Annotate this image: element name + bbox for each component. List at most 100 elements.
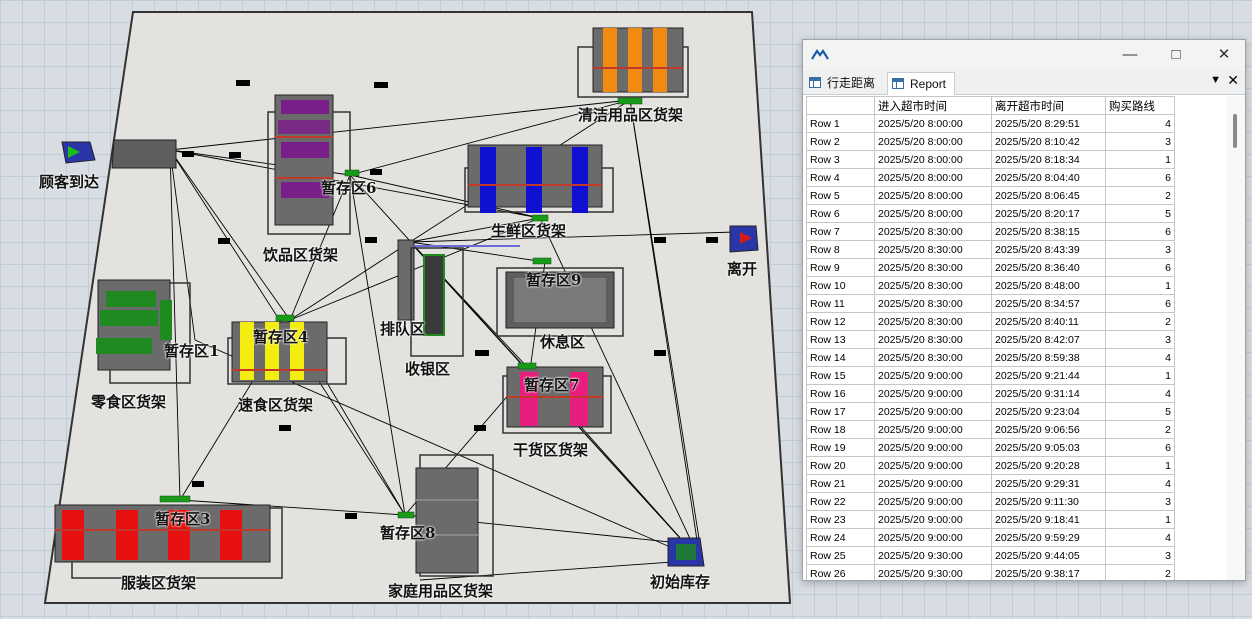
table-row[interactable]: Row 24 2025/5/20 9:00:00 2025/5/20 9:59:29…: [806, 528, 1175, 547]
table-row[interactable]: Row 11 2025/5/20 8:30:00 2025/5/20 8:34:57…: [806, 294, 1175, 313]
table-cell[interactable]: 2025/5/20 9:30:00: [874, 564, 992, 580]
table-cell[interactable]: 2: [1105, 564, 1175, 580]
row-header-cell[interactable]: Row 16: [806, 384, 875, 403]
row-header-cell[interactable]: Row 4: [806, 168, 875, 187]
table-cell[interactable]: 1: [1105, 150, 1175, 169]
table-cell[interactable]: 2025/5/20 9:59:29: [991, 528, 1106, 547]
row-header-cell[interactable]: Row 18: [806, 420, 875, 439]
table-cell[interactable]: 2025/5/20 9:00:00: [874, 384, 992, 403]
table-cell[interactable]: 2025/5/20 8:30:00: [874, 276, 992, 295]
row-header-cell[interactable]: Row 8: [806, 240, 875, 259]
exit-sink[interactable]: [729, 225, 759, 253]
table-cell[interactable]: 2025/5/20 8:59:38: [991, 348, 1106, 367]
table-cell[interactable]: 3: [1105, 546, 1175, 565]
table-row[interactable]: Row 23 2025/5/20 9:00:00 2025/5/20 9:18:41…: [806, 510, 1175, 529]
row-header-cell[interactable]: Row 24: [806, 528, 875, 547]
table-cell[interactable]: 6: [1105, 258, 1175, 277]
table-cell[interactable]: 2025/5/20 9:05:03: [991, 438, 1106, 457]
column-header-enter-time[interactable]: 进入超市时间: [874, 96, 992, 115]
customer-arrival-source[interactable]: [61, 141, 96, 164]
table-cell[interactable]: 2025/5/20 9:29:31: [991, 474, 1106, 493]
table-cell[interactable]: 2025/5/20 8:30:00: [874, 222, 992, 241]
table-cell[interactable]: 2025/5/20 8:36:40: [991, 258, 1106, 277]
row-header-cell[interactable]: Row 17: [806, 402, 875, 421]
row-header-cell[interactable]: Row 9: [806, 258, 875, 277]
table-cell[interactable]: 2025/5/20 8:10:42: [991, 132, 1106, 151]
table-row[interactable]: Row 1 2025/5/20 8:00:00 2025/5/20 8:29:51 4: [806, 114, 1175, 133]
table-cell[interactable]: 2025/5/20 8:04:40: [991, 168, 1106, 187]
row-header-cell[interactable]: Row 2: [806, 132, 875, 151]
table-cell[interactable]: 2025/5/20 8:30:00: [874, 348, 992, 367]
table-row[interactable]: Row 25 2025/5/20 9:30:00 2025/5/20 9:44:05…: [806, 546, 1175, 565]
vertical-scrollbar[interactable]: [1227, 96, 1245, 580]
table-cell[interactable]: 2025/5/20 9:18:41: [991, 510, 1106, 529]
table-cell[interactable]: 2025/5/20 9:00:00: [874, 528, 992, 547]
table-cell[interactable]: 2: [1105, 312, 1175, 331]
table-cell[interactable]: 2025/5/20 9:00:00: [874, 402, 992, 421]
table-cell[interactable]: 2025/5/20 8:20:17: [991, 204, 1106, 223]
table-cell[interactable]: 2025/5/20 9:31:14: [991, 384, 1106, 403]
table-row[interactable]: Row 4 2025/5/20 8:00:00 2025/5/20 8:04:40 6: [806, 168, 1175, 187]
table-cell[interactable]: 1: [1105, 510, 1175, 529]
table-cell[interactable]: 2025/5/20 8:00:00: [874, 168, 992, 187]
table-cell[interactable]: 6: [1105, 438, 1175, 457]
table-row[interactable]: Row 21 2025/5/20 9:00:00 2025/5/20 9:29:31…: [806, 474, 1175, 493]
table-cell[interactable]: 2025/5/20 9:44:05: [991, 546, 1106, 565]
table-row[interactable]: Row 15 2025/5/20 9:00:00 2025/5/20 9:21:44…: [806, 366, 1175, 385]
table-row[interactable]: Row 8 2025/5/20 8:30:00 2025/5/20 8:43:39 3: [806, 240, 1175, 259]
table-cell[interactable]: 2025/5/20 8:29:51: [991, 114, 1106, 133]
table-cell[interactable]: 5: [1105, 204, 1175, 223]
row-header-cell[interactable]: Row 1: [806, 114, 875, 133]
table-cell[interactable]: 2025/5/20 8:00:00: [874, 204, 992, 223]
fresh-shelf[interactable]: [464, 144, 614, 213]
table-cell[interactable]: 3: [1105, 492, 1175, 511]
row-header-cell[interactable]: Row 26: [806, 564, 875, 580]
row-header-cell[interactable]: Row 14: [806, 348, 875, 367]
table-cell[interactable]: 2025/5/20 8:00:00: [874, 114, 992, 133]
row-header-cell[interactable]: Row 5: [806, 186, 875, 205]
table-cell[interactable]: 1: [1105, 276, 1175, 295]
table-row[interactable]: Row 10 2025/5/20 8:30:00 2025/5/20 8:48:00…: [806, 276, 1175, 295]
table-cell[interactable]: 2025/5/20 8:48:00: [991, 276, 1106, 295]
table-row[interactable]: Row 9 2025/5/20 8:30:00 2025/5/20 8:36:40 6: [806, 258, 1175, 277]
table-cell[interactable]: 3: [1105, 240, 1175, 259]
table-cell[interactable]: 2025/5/20 8:00:00: [874, 132, 992, 151]
table-cell[interactable]: 4: [1105, 114, 1175, 133]
table-cell[interactable]: 6: [1105, 294, 1175, 313]
table-row[interactable]: Row 2 2025/5/20 8:00:00 2025/5/20 8:10:42 3: [806, 132, 1175, 151]
table-cell[interactable]: 2025/5/20 9:21:44: [991, 366, 1106, 385]
table-row[interactable]: Row 16 2025/5/20 9:00:00 2025/5/20 9:31:14…: [806, 384, 1175, 403]
table-cell[interactable]: 2025/5/20 9:00:00: [874, 456, 992, 475]
row-header-cell[interactable]: Row 10: [806, 276, 875, 295]
table-cell[interactable]: 2025/5/20 8:30:00: [874, 330, 992, 349]
table-cell[interactable]: 4: [1105, 348, 1175, 367]
table-cell[interactable]: 2025/5/20 9:00:00: [874, 510, 992, 529]
table-cell[interactable]: 2025/5/20 9:00:00: [874, 474, 992, 493]
table-row[interactable]: Row 19 2025/5/20 9:00:00 2025/5/20 9:05:03…: [806, 438, 1175, 457]
table-row[interactable]: Row 5 2025/5/20 8:00:00 2025/5/20 8:06:45 2: [806, 186, 1175, 205]
row-header-cell[interactable]: Row 15: [806, 366, 875, 385]
table-row[interactable]: Row 12 2025/5/20 8:30:00 2025/5/20 8:40:11…: [806, 312, 1175, 331]
table-cell[interactable]: 2025/5/20 8:43:39: [991, 240, 1106, 259]
table-cell[interactable]: 2025/5/20 8:34:57: [991, 294, 1106, 313]
close-button[interactable]: ✕: [1211, 44, 1237, 66]
table-row[interactable]: Row 17 2025/5/20 9:00:00 2025/5/20 9:23:04…: [806, 402, 1175, 421]
row-header-cell[interactable]: Row 22: [806, 492, 875, 511]
table-cell[interactable]: 2025/5/20 8:30:00: [874, 258, 992, 277]
tab-walking-distance[interactable]: 行走距离: [805, 72, 883, 94]
table-cell[interactable]: 2025/5/20 8:00:00: [874, 150, 992, 169]
table-cell[interactable]: 2025/5/20 8:40:11: [991, 312, 1106, 331]
table-cell[interactable]: 2025/5/20 9:00:00: [874, 420, 992, 439]
row-header-cell[interactable]: Row 19: [806, 438, 875, 457]
table-cell[interactable]: 2025/5/20 9:06:56: [991, 420, 1106, 439]
table-cell[interactable]: 2: [1105, 186, 1175, 205]
table-row[interactable]: Row 20 2025/5/20 9:00:00 2025/5/20 9:20:28…: [806, 456, 1175, 475]
table-cell[interactable]: 2025/5/20 9:11:30: [991, 492, 1106, 511]
table-cell[interactable]: 2025/5/20 9:00:00: [874, 492, 992, 511]
tab-close-icon[interactable]: ✕: [1227, 72, 1239, 89]
table-cell[interactable]: 4: [1105, 528, 1175, 547]
report-table-container[interactable]: 进入超市时间 离开超市时间 购买路线 Row 1 2025/5/20 8:00:0…: [806, 96, 1226, 580]
table-cell[interactable]: 2025/5/20 8:30:00: [874, 312, 992, 331]
row-header-cell[interactable]: Row 11: [806, 294, 875, 313]
table-cell[interactable]: 5: [1105, 402, 1175, 421]
